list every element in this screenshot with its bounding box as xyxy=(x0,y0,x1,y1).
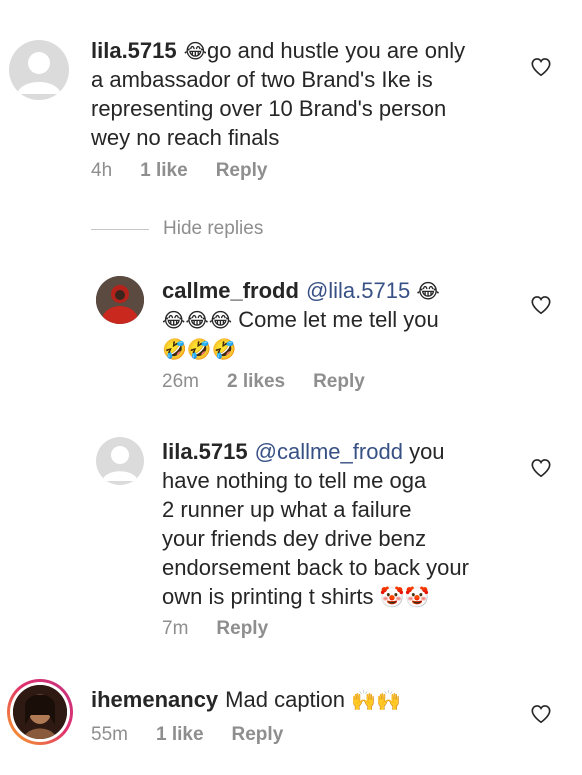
comment-text-line: wey no reach finals xyxy=(91,125,280,150)
comment-text-line: have nothing to tell me oga xyxy=(162,468,427,493)
divider xyxy=(91,228,149,230)
raising-hands-emojis: 🙌🙌 xyxy=(351,688,401,712)
mention-link[interactable]: @callme_frodd xyxy=(255,439,403,464)
comment-text-line: own is printing t shirts xyxy=(162,584,374,609)
comment-text-line: endorsement back to back your xyxy=(162,555,469,580)
comment-username[interactable]: lila.5715 xyxy=(162,439,248,464)
laughing-emojis: 😂😂😂 xyxy=(162,308,233,332)
comment-body: ihemenancy Mad caption 🙌🙌 xyxy=(91,685,401,714)
comment-likes[interactable]: 1 like xyxy=(140,160,188,181)
hide-replies-label: Hide replies xyxy=(163,218,264,239)
heart-outline-icon[interactable] xyxy=(530,56,552,78)
comment-text-line: a ambassador of two Brand's Ike is xyxy=(91,67,433,92)
comment-likes[interactable]: 2 likes xyxy=(227,371,285,392)
avatar[interactable] xyxy=(96,276,144,324)
comment-time: 26m xyxy=(162,371,199,392)
comment-text-line: representing over 10 Brand's person xyxy=(91,96,447,121)
avatar[interactable] xyxy=(9,40,69,100)
comment-text-line: Come let me tell you xyxy=(238,307,439,332)
comment-body: lila.5715 @callme_frodd you have nothing … xyxy=(162,437,469,611)
comment-body: callme_frodd @lila.5715 😂 😂😂😂 Come let me… xyxy=(162,276,440,363)
comment-text-line: 2 runner up what a failure xyxy=(162,497,412,522)
laughing-emoji: 😂 xyxy=(416,279,440,303)
story-ring[interactable] xyxy=(7,679,73,745)
comment-text-line: you xyxy=(409,439,445,464)
comment-text-line: go and hustle you are only xyxy=(207,38,466,63)
heart-outline-icon[interactable] xyxy=(530,703,552,725)
reply-button[interactable]: Reply xyxy=(216,160,268,181)
laughing-emoji: 😂 xyxy=(183,39,208,63)
heart-outline-icon[interactable] xyxy=(530,457,552,479)
avatar xyxy=(13,685,67,739)
comment-text-line: Mad caption xyxy=(225,687,346,712)
profile-photo-icon xyxy=(96,276,144,324)
comment-text-line: your friends dey drive benz xyxy=(162,526,427,551)
comment-body: lila.5715 😂go and hustle you are only a a… xyxy=(91,36,465,152)
comment-time: 55m xyxy=(91,724,128,745)
comment-username[interactable]: lila.5715 xyxy=(91,38,177,63)
default-avatar-icon xyxy=(17,52,61,94)
reply-button[interactable]: Reply xyxy=(232,724,284,745)
profile-photo-icon xyxy=(13,685,67,739)
comment-time: 4h xyxy=(91,160,113,181)
heart-outline-icon[interactable] xyxy=(530,294,552,316)
reply-button[interactable]: Reply xyxy=(313,371,365,392)
comment-meta: 7m Reply xyxy=(162,618,296,640)
comment-meta: 4h 1 like Reply xyxy=(91,160,295,182)
default-avatar-icon xyxy=(102,446,138,481)
comment-likes[interactable]: 1 like xyxy=(156,724,204,745)
comment-username[interactable]: ihemenancy xyxy=(91,687,218,712)
hide-replies-button[interactable]: Hide replies xyxy=(91,217,263,241)
comment-username[interactable]: callme_frodd xyxy=(162,278,299,303)
avatar[interactable] xyxy=(96,437,144,485)
comment-time: 7m xyxy=(162,618,189,639)
mention-link[interactable]: @lila.5715 xyxy=(306,278,410,303)
rofl-emojis: 🤣🤣🤣 xyxy=(162,337,237,361)
comment-meta: 26m 2 likes Reply xyxy=(162,371,393,393)
comment-meta: 55m 1 like Reply xyxy=(91,724,311,746)
clown-emojis: 🤡🤡 xyxy=(379,585,430,609)
reply-button[interactable]: Reply xyxy=(216,618,268,639)
